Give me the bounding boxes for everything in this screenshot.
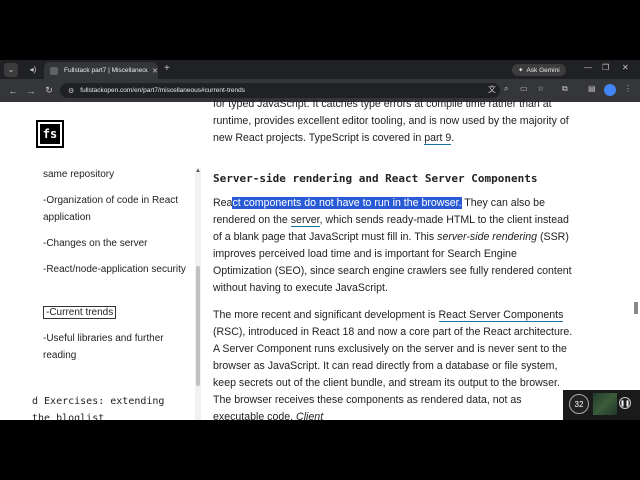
url-text: fullstackopen.com/en/part7/miscellaneous… — [80, 87, 246, 94]
sidebar: fs same repository -Organization of code… — [0, 102, 201, 420]
sidebar-item-changes-server[interactable]: -Changes on the server — [43, 235, 188, 252]
forward-icon[interactable]: → — [22, 86, 40, 96]
sidebar-item-useful-libraries[interactable]: -Useful libraries and further reading — [43, 330, 188, 364]
p2-text-b: (RSC), introduced in React 18 and now a … — [213, 326, 573, 420]
menu-icon[interactable]: ⋮ — [624, 84, 632, 93]
rsc-link[interactable]: React Server Components — [438, 309, 564, 322]
web-page: fs same repository -Organization of code… — [0, 98, 640, 420]
sidebar-item-same-repository[interactable]: same repository — [43, 166, 188, 183]
sidepanel-icon[interactable]: ▤ — [588, 84, 596, 93]
profile-avatar[interactable] — [604, 84, 616, 96]
sidebar-item-organization[interactable]: -Organization of code in React applicati… — [43, 192, 188, 226]
gemini-icon: ✦ — [518, 67, 524, 74]
tab-search-icon[interactable]: ⌄ — [4, 62, 18, 77]
count-badge[interactable]: 32 — [569, 394, 589, 414]
section-heading: Server-side rendering and React Server C… — [213, 172, 538, 185]
sidebar-section-exercises[interactable]: d Exercises: extending the bloglist — [32, 393, 182, 420]
video-thumbnail[interactable] — [593, 393, 617, 415]
fs-logo[interactable]: fs — [36, 120, 64, 148]
server-link[interactable]: server — [290, 214, 320, 227]
restore-icon[interactable]: ❐ — [602, 63, 609, 72]
browser-window: ⌄ ◂) Fullstack part7 | Miscellaneous ✕ +… — [0, 60, 640, 420]
back-icon[interactable]: ← — [4, 86, 22, 96]
bookmark-star-icon[interactable]: ☆ — [537, 84, 544, 93]
paragraph-rsc: The more recent and significant developm… — [213, 307, 573, 420]
p1-pre: Rea — [213, 197, 233, 209]
new-tab-icon[interactable]: + — [164, 63, 170, 74]
ask-gemini-button[interactable]: ✦ Ask Gemini — [512, 64, 566, 76]
p2-emphasis: Client — [296, 411, 324, 420]
sidebar-item-security[interactable]: -React/node-application security — [43, 261, 188, 278]
current-trends-label: -Current trends — [43, 306, 117, 319]
page-scrollbar[interactable] — [632, 102, 640, 420]
paragraph-typescript: for typed JavaScript. It catches type er… — [213, 96, 573, 147]
cast-icon[interactable]: ▭ — [520, 84, 528, 93]
reload-icon[interactable]: ↻ — [40, 85, 58, 96]
tab-title: Fullstack part7 | Miscellaneous — [64, 67, 148, 74]
paragraph-ssr: React components do not have to run in t… — [213, 195, 573, 297]
sidebar-item-current-trends[interactable]: -Current trends — [43, 304, 188, 321]
scroll-up-icon[interactable]: ▲ — [195, 168, 201, 174]
ask-gemini-label: Ask Gemini — [526, 66, 560, 74]
favicon-icon — [50, 66, 58, 75]
part9-link[interactable]: part 9 — [424, 132, 452, 145]
translate-icon[interactable]: 文 — [488, 84, 496, 95]
sidebar-scrollbar[interactable]: ▲ — [195, 168, 201, 420]
page-scroll-thumb[interactable] — [634, 302, 638, 314]
p2-text-a: The more recent and significant developm… — [213, 309, 439, 321]
selected-text: ct components do not have to run in the … — [232, 197, 462, 209]
tab-bar: ⌄ ◂) Fullstack part7 | Miscellaneous ✕ +… — [0, 60, 640, 79]
audio-icon[interactable]: ◂) — [26, 63, 40, 77]
minimize-icon[interactable]: — — [584, 63, 592, 72]
extensions-icon[interactable]: ⧉ — [562, 84, 568, 94]
active-tab[interactable]: Fullstack part7 | Miscellaneous ✕ — [44, 62, 158, 79]
close-tab-icon[interactable]: ✕ — [152, 67, 158, 75]
p0-text-end: . — [451, 132, 455, 144]
close-window-icon[interactable]: ✕ — [622, 63, 629, 72]
p1-emphasis: server-side rendering — [437, 231, 538, 243]
site-info-icon[interactable]: ⚙ — [68, 87, 74, 95]
sidebar-scroll-thumb[interactable] — [196, 266, 200, 386]
pause-icon[interactable]: ❚❚ — [619, 397, 631, 409]
zoom-icon[interactable]: ⌕ — [504, 84, 508, 94]
p0-text: for typed JavaScript. It catches type er… — [213, 98, 569, 144]
